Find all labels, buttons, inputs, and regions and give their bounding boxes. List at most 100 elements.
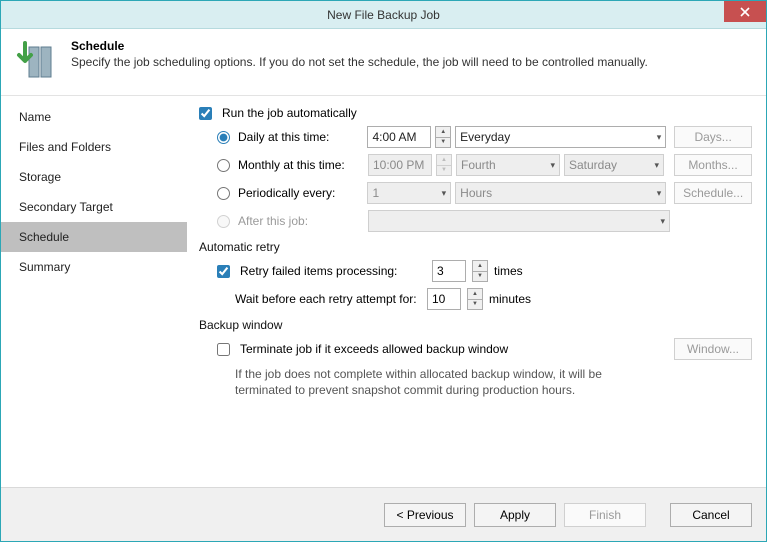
retry-label: Retry failed items processing:: [240, 264, 426, 278]
wizard-footer: < Previous Apply Finish Cancel: [1, 487, 766, 541]
sidebar-item-schedule[interactable]: Schedule: [1, 222, 187, 252]
wizard-step-subtitle: Specify the job scheduling options. If y…: [71, 55, 648, 69]
daily-scope-value: Everyday: [460, 130, 510, 144]
days-button: Days...: [674, 126, 752, 148]
periodic-value-combo: 1▾: [367, 182, 451, 204]
daily-time-value: 4:00 AM: [372, 130, 416, 144]
monthly-ordinal-value: Fourth: [461, 158, 496, 172]
retry-count-spinner[interactable]: ▲▼: [472, 260, 488, 282]
retry-wait-input[interactable]: 10: [427, 288, 461, 310]
monthly-radio[interactable]: [217, 159, 230, 172]
retry-minutes-label: minutes: [489, 292, 531, 306]
terminate-checkbox[interactable]: [217, 343, 230, 356]
daily-time-input[interactable]: 4:00 AM: [367, 126, 431, 148]
sidebar-item-storage[interactable]: Storage: [1, 162, 187, 192]
daily-scope-combo[interactable]: Everyday▾: [455, 126, 666, 148]
sidebar-item-label: Schedule: [19, 230, 69, 244]
monthly-time-spinner: ▲▼: [436, 154, 452, 176]
up-arrow-icon[interactable]: ▲: [473, 261, 487, 272]
sidebar-item-summary[interactable]: Summary: [1, 252, 187, 282]
close-button[interactable]: [724, 1, 766, 22]
up-arrow-icon: ▲: [437, 155, 451, 166]
run-automatically-row: Run the job automatically: [199, 106, 752, 120]
daily-label: Daily at this time:: [238, 130, 363, 144]
periodic-radio[interactable]: [217, 187, 230, 200]
after-job-combo: ▾: [368, 210, 670, 232]
sidebar-item-name[interactable]: Name: [1, 102, 187, 132]
backup-window-section-title: Backup window: [199, 318, 752, 332]
retry-wait-spinner[interactable]: ▲▼: [467, 288, 483, 310]
retry-section-title: Automatic retry: [199, 240, 752, 254]
after-job-label: After this job:: [238, 214, 364, 228]
schedule-header-icon: [15, 39, 59, 83]
after-job-radio: [217, 215, 230, 228]
monthly-time-value: 10:00 PM: [373, 158, 424, 172]
sidebar-item-label: Name: [19, 110, 51, 124]
run-automatically-label: Run the job automatically: [222, 106, 357, 120]
sidebar-item-label: Storage: [19, 170, 61, 184]
chevron-down-icon: ▾: [654, 160, 659, 171]
down-arrow-icon: ▼: [437, 166, 451, 176]
after-job-row: After this job: ▾: [217, 210, 752, 232]
down-arrow-icon[interactable]: ▼: [436, 138, 450, 148]
backup-window-row: Terminate job if it exceeds allowed back…: [217, 338, 752, 360]
terminate-label: Terminate job if it exceeds allowed back…: [240, 342, 508, 356]
periodic-unit-value: Hours: [460, 186, 492, 200]
apply-button[interactable]: Apply: [474, 503, 556, 527]
finish-button-label: Finish: [589, 508, 621, 522]
window-button: Window...: [674, 338, 752, 360]
window-title: New File Backup Job: [327, 8, 440, 22]
titlebar: New File Backup Job: [1, 1, 766, 29]
previous-button-label: < Previous: [396, 508, 453, 522]
retry-count-input[interactable]: 3: [432, 260, 466, 282]
periodic-label: Periodically every:: [238, 186, 363, 200]
wizard-window: New File Backup Job Schedule Specify the…: [0, 0, 767, 542]
sidebar-item-files-and-folders[interactable]: Files and Folders: [1, 132, 187, 162]
backup-window-note: If the job does not complete within allo…: [235, 366, 645, 398]
chevron-down-icon: ▾: [657, 188, 662, 199]
months-button-label: Months...: [688, 158, 737, 172]
periodic-row: Periodically every: 1▾ Hours▾ Schedule..…: [217, 182, 752, 204]
wizard-header-text: Schedule Specify the job scheduling opti…: [71, 39, 648, 69]
cancel-button[interactable]: Cancel: [670, 503, 752, 527]
retry-count-value: 3: [437, 264, 444, 278]
monthly-row: Monthly at this time: 10:00 PM ▲▼ Fourth…: [217, 154, 752, 176]
monthly-day-value: Saturday: [569, 158, 617, 172]
up-arrow-icon[interactable]: ▲: [468, 289, 482, 300]
schedule-button: Schedule...: [674, 182, 752, 204]
periodic-value: 1: [372, 186, 379, 200]
down-arrow-icon[interactable]: ▼: [473, 272, 487, 282]
close-icon: [740, 7, 750, 17]
wizard-content: Run the job automatically Daily at this …: [187, 96, 766, 487]
chevron-down-icon: ▾: [660, 216, 665, 227]
monthly-day-combo: Saturday ▾: [564, 154, 664, 176]
daily-radio[interactable]: [217, 131, 230, 144]
apply-button-label: Apply: [500, 508, 530, 522]
retry-wait-value: 10: [432, 292, 445, 306]
sidebar-item-secondary-target[interactable]: Secondary Target: [1, 192, 187, 222]
previous-button[interactable]: < Previous: [384, 503, 466, 527]
monthly-ordinal-combo: Fourth ▾: [456, 154, 560, 176]
cancel-button-label: Cancel: [692, 508, 729, 522]
retry-times-label: times: [494, 264, 523, 278]
up-arrow-icon[interactable]: ▲: [436, 127, 450, 138]
schedule-button-label: Schedule...: [683, 186, 743, 200]
window-button-label: Window...: [687, 342, 739, 356]
wizard-step-title: Schedule: [71, 39, 648, 53]
retry-wait-label: Wait before each retry attempt for:: [235, 292, 421, 306]
sidebar-item-label: Secondary Target: [19, 200, 113, 214]
finish-button: Finish: [564, 503, 646, 527]
chevron-down-icon: ▾: [442, 188, 447, 199]
down-arrow-icon[interactable]: ▼: [468, 300, 482, 310]
run-automatically-checkbox[interactable]: [199, 107, 212, 120]
chevron-down-icon: ▾: [550, 160, 555, 171]
monthly-time-input: 10:00 PM: [368, 154, 432, 176]
days-button-label: Days...: [694, 130, 731, 144]
retry-checkbox[interactable]: [217, 265, 230, 278]
daily-row: Daily at this time: 4:00 AM ▲▼ Everyday▾…: [217, 126, 752, 148]
daily-time-spinner[interactable]: ▲▼: [435, 126, 451, 148]
wizard-header: Schedule Specify the job scheduling opti…: [1, 29, 766, 96]
months-button: Months...: [674, 154, 752, 176]
monthly-label: Monthly at this time:: [238, 158, 364, 172]
sidebar-item-label: Files and Folders: [19, 140, 111, 154]
